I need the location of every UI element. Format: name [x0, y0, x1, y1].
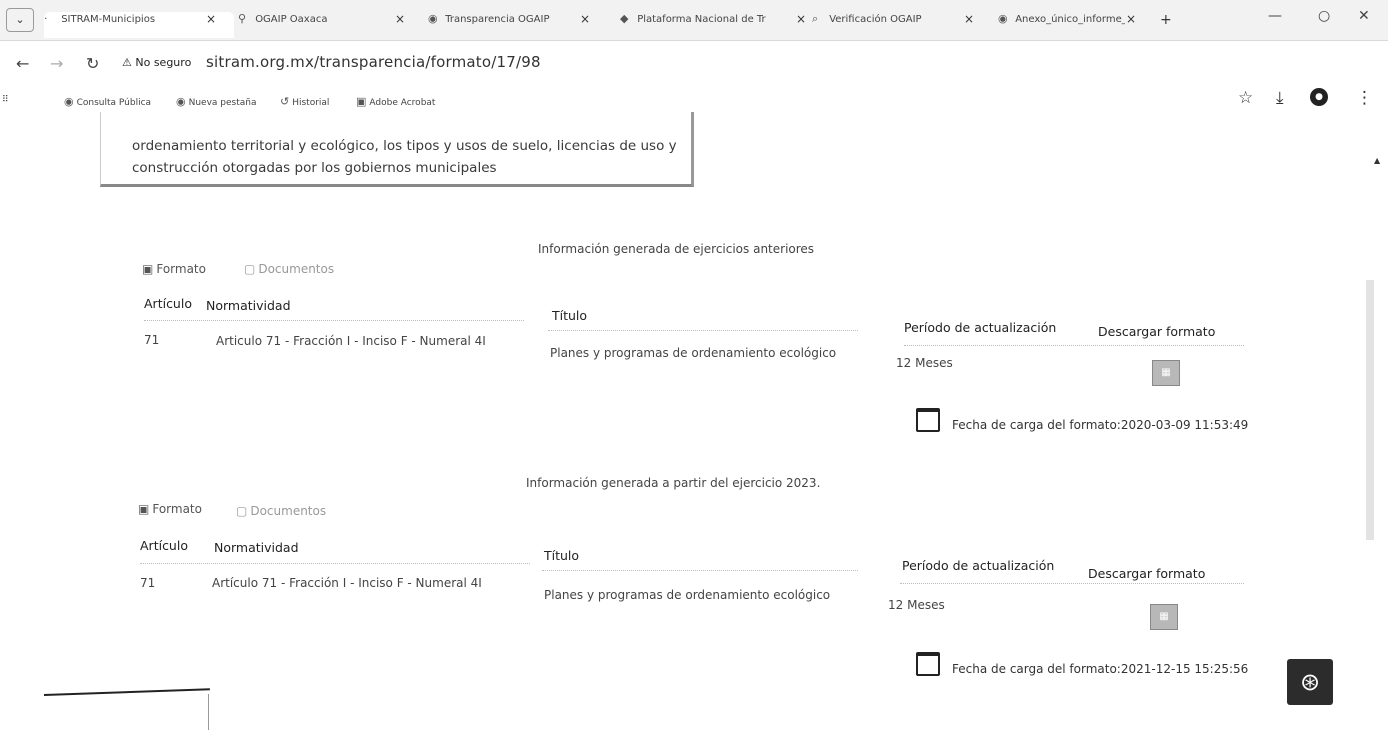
new-tab-button[interactable]: +	[1160, 12, 1172, 28]
header-periodo: Período de actualización	[904, 320, 1057, 335]
search-icon: ⌕	[812, 12, 819, 25]
tab-formato[interactable]: ▣ Formato	[138, 502, 202, 516]
warning-icon: ⚠	[122, 56, 132, 69]
header-divider	[900, 583, 1244, 584]
scrollbar-thumb[interactable]	[1366, 280, 1374, 540]
spreadsheet-icon: ▣	[142, 262, 154, 276]
back-icon[interactable]: ←	[16, 54, 29, 73]
header-normatividad: Normatividad	[206, 298, 291, 313]
cell-articulo: 71	[140, 576, 156, 590]
header-divider	[904, 345, 1244, 346]
star-icon[interactable]: ☆	[1238, 88, 1253, 108]
cell-normatividad: Artículo 71 - Fracción I - Inciso F - Nu…	[212, 576, 482, 590]
header-descargar: Descargar formato	[1098, 324, 1216, 339]
tab-close-icon[interactable]: ×	[964, 12, 974, 26]
header-divider	[140, 563, 530, 564]
pen-stroke-divider	[43, 688, 210, 696]
calendar-icon	[916, 652, 940, 676]
document-icon: ▢	[236, 504, 248, 518]
cell-periodo: 12 Meses	[888, 598, 945, 612]
bookmark-consulta-publica[interactable]: ◉ Consulta Pública	[64, 95, 151, 108]
document-icon: ▢	[244, 262, 256, 276]
globe-icon: ◉	[428, 12, 438, 25]
forward-icon[interactable]: →	[50, 54, 63, 73]
cell-normatividad: Articulo 71 - Fracción I - Inciso F - Nu…	[216, 334, 486, 348]
restore-icon[interactable]: ○	[1318, 8, 1330, 24]
cell-articulo: 71	[144, 333, 160, 347]
download-format-icon[interactable]: ▦	[1150, 604, 1178, 630]
cell-periodo: 12 Meses	[896, 356, 953, 370]
accessibility-icon[interactable]: ⊛	[1287, 659, 1333, 705]
bookmark-nueva-pestana[interactable]: ◉ Nueva pestaña	[176, 95, 257, 108]
scroll-up-arrow-icon[interactable]: ▲	[1374, 156, 1380, 165]
bookmark-adobe-acrobat[interactable]: ▣ Adobe Acrobat	[356, 95, 435, 108]
header-descargar: Descargar formato	[1088, 566, 1206, 581]
reload-icon[interactable]: ↻	[86, 54, 99, 73]
security-indicator[interactable]: ⚠ No seguro	[122, 56, 191, 69]
upload-date: Fecha de carga del formato:2021-12-15 15…	[952, 662, 1249, 676]
apps-icon[interactable]: ⠿	[2, 95, 9, 105]
header-articulo: Artículo	[140, 538, 188, 553]
section-title-anteriores: Información generada de ejercicios anter…	[538, 242, 815, 256]
header-titulo: Título	[544, 548, 580, 563]
header-normatividad: Normatividad	[214, 540, 299, 555]
tab-search-menu-button[interactable]: ⌄	[6, 8, 34, 32]
tab-transparencia[interactable]: ◉ Transparencia OGAIP ×	[428, 12, 598, 38]
profile-avatar[interactable]: ●	[1310, 88, 1328, 106]
tab-formato[interactable]: ▣ Formato	[142, 262, 206, 276]
browser-menu-icon[interactable]: ⋮	[1356, 88, 1373, 108]
tab-ogaip-oaxaca[interactable]: ⚲ OGAIP Oaxaca ×	[238, 12, 408, 38]
section-title-2023: Información generada a partir del ejerci…	[526, 476, 821, 490]
header-divider	[542, 570, 858, 571]
bookmark-historial[interactable]: ↺ Historial	[280, 95, 329, 108]
tab-sitram[interactable]: · SITRAM-Municipios ×	[44, 12, 234, 38]
minimize-icon[interactable]: —	[1268, 8, 1282, 24]
header-articulo: Artículo	[144, 296, 192, 311]
tab-close-icon[interactable]: ×	[206, 12, 216, 26]
cell-titulo: Planes y programas de ordenamiento ecoló…	[544, 588, 831, 602]
cell-titulo: Planes y programas de ordenamiento ecoló…	[550, 346, 837, 360]
download-format-icon[interactable]: ▦	[1152, 360, 1180, 386]
tab-documentos[interactable]: ▢ Documentos	[244, 262, 334, 276]
history-icon: ↺	[280, 95, 290, 108]
sitram-icon: ·	[44, 12, 48, 25]
globe-icon: ◉	[64, 95, 74, 108]
download-icon[interactable]: ⤓	[1276, 88, 1284, 108]
diamond-icon: ◆	[620, 12, 629, 25]
tab-documentos[interactable]: ▢ Documentos	[236, 504, 326, 518]
tab-close-icon[interactable]: ×	[580, 12, 590, 26]
calendar-icon	[916, 408, 940, 432]
pin-icon: ⚲	[238, 12, 247, 25]
tab-verificacion[interactable]: ⌕ Verificación OGAIP ×	[812, 12, 984, 38]
pen-stroke-divider	[208, 694, 209, 730]
header-periodo: Período de actualización	[902, 558, 1055, 573]
globe-icon: ◉	[998, 12, 1008, 25]
close-window-icon[interactable]: ✕	[1358, 8, 1370, 24]
tab-anexo[interactable]: ◉ Anexo_único_informe_li ×	[998, 12, 1158, 38]
acrobat-icon: ▣	[356, 95, 367, 108]
tab-close-icon[interactable]: ×	[1126, 12, 1136, 26]
spreadsheet-icon: ▣	[138, 502, 150, 516]
header-divider	[548, 330, 858, 331]
header-divider	[144, 320, 524, 321]
tab-close-icon[interactable]: ×	[395, 12, 405, 26]
tab-plataforma-nacional[interactable]: ◆ Plataforma Nacional de Tr ×	[620, 12, 810, 38]
header-titulo: Título	[552, 308, 588, 323]
tab-close-icon[interactable]: ×	[796, 12, 806, 26]
globe-icon: ◉	[176, 95, 186, 108]
upload-date: Fecha de carga del formato:2020-03-09 11…	[952, 418, 1249, 432]
url-field[interactable]: sitram.org.mx/transparencia/formato/17/9…	[206, 53, 541, 71]
description-line: ordenamiento territorial y ecológico, lo…	[132, 138, 677, 154]
description-line: construcción otorgadas por los gobiernos…	[132, 160, 497, 176]
